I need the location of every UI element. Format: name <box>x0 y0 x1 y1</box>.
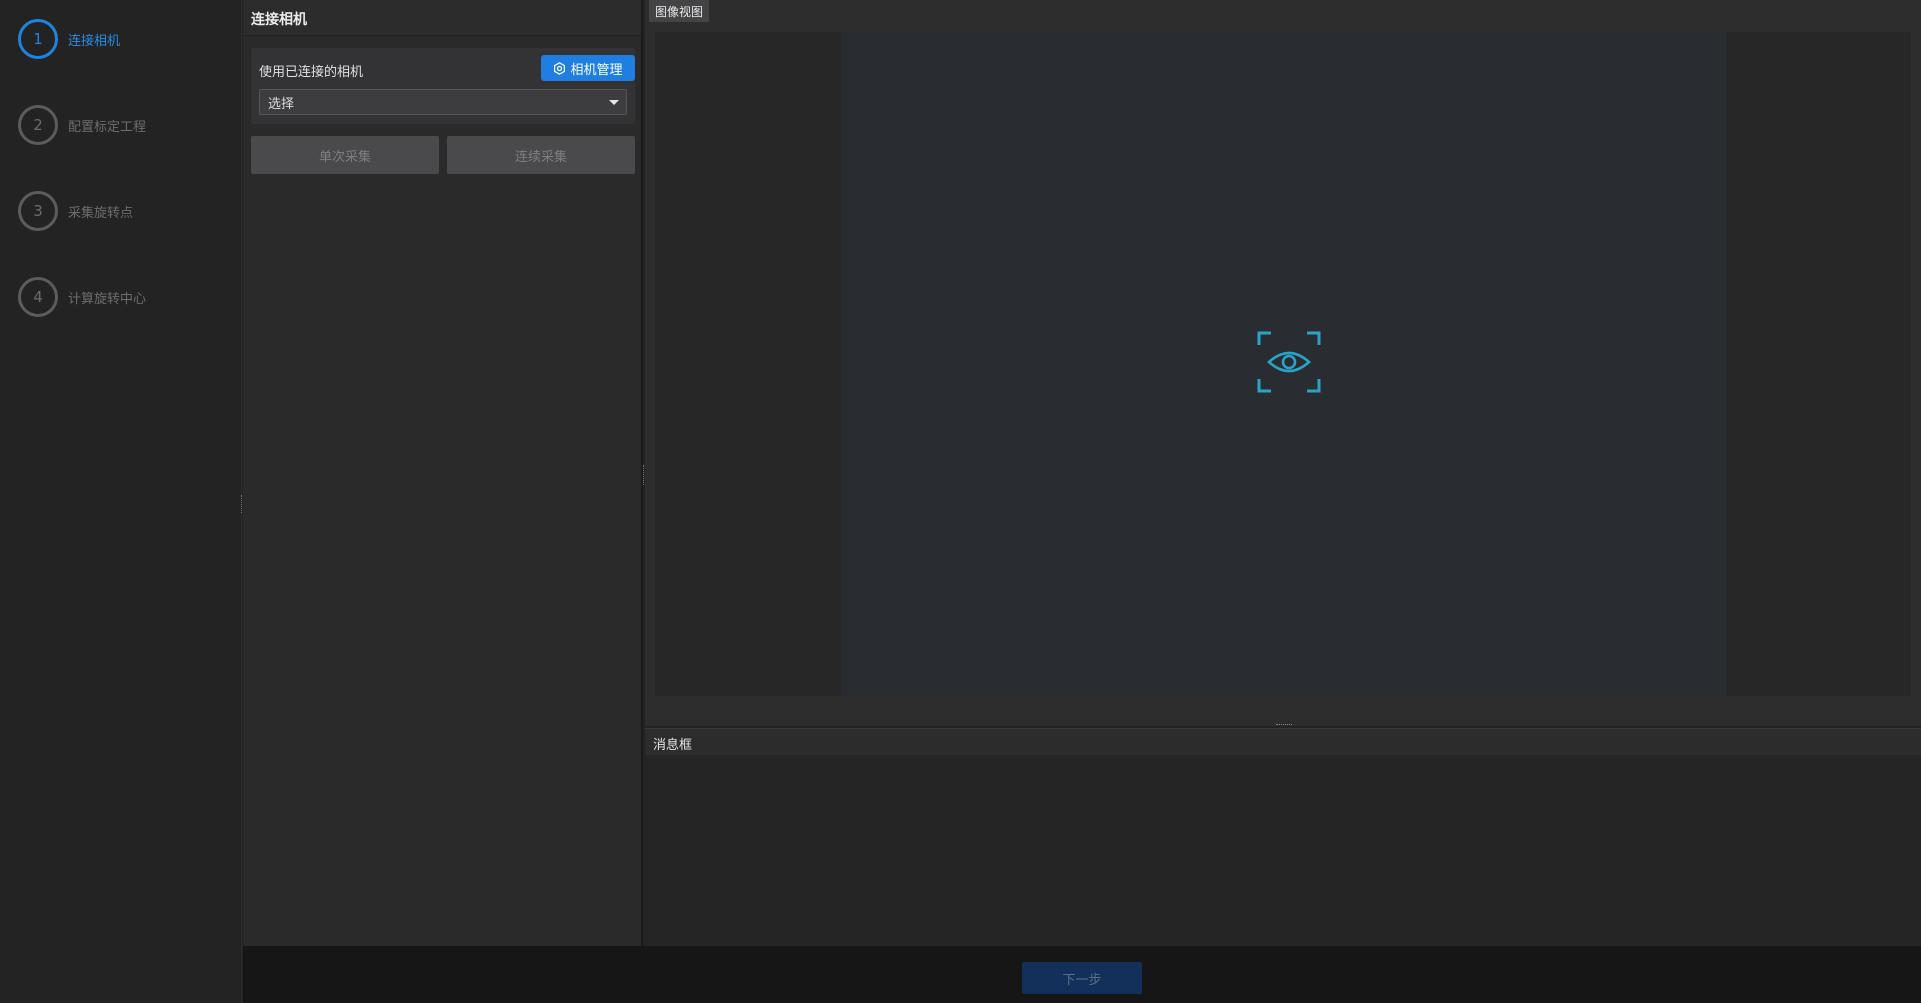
panel-title: 连接相机 <box>243 0 641 36</box>
step-label: 连接相机 <box>68 33 121 49</box>
step-configure-project[interactable]: 2 配置标定工程 <box>18 105 146 145</box>
step-label: 采集旋转点 <box>68 205 134 221</box>
step-compute-rotation-center[interactable]: 4 计算旋转中心 <box>18 277 146 317</box>
message-box: 消息框 <box>645 728 1921 946</box>
image-area <box>841 32 1726 696</box>
camera-select[interactable]: 选择 <box>259 89 627 115</box>
step-number-circle: 2 <box>18 105 58 145</box>
step-collect-rotation-points[interactable]: 3 采集旋转点 <box>18 191 133 231</box>
single-capture-button[interactable]: 单次采集 <box>251 136 439 174</box>
config-panel: 连接相机 使用已连接的相机 相机管理 选择 单次采集 连续采集 <box>243 0 643 946</box>
step-number-circle: 3 <box>18 191 58 231</box>
eye-focus-icon <box>1257 331 1321 393</box>
footer-bar: 下一步 <box>243 946 1921 1003</box>
app-root: 1 连接相机 2 配置标定工程 3 采集旋转点 4 计算旋转中心 连接相机 使用… <box>0 0 1921 1003</box>
camera-label: 使用已连接的相机 <box>259 65 364 80</box>
step-label: 配置标定工程 <box>68 119 147 135</box>
settings-icon <box>554 61 566 75</box>
camera-manage-button[interactable]: 相机管理 <box>541 55 635 81</box>
message-box-title: 消息框 <box>645 729 1921 755</box>
next-step-button[interactable]: 下一步 <box>1022 962 1142 994</box>
camera-manage-label: 相机管理 <box>570 62 623 78</box>
camera-card: 使用已连接的相机 相机管理 选择 <box>251 48 635 124</box>
tab-image-view[interactable]: 图像视图 <box>649 0 710 22</box>
image-canvas[interactable] <box>655 32 1911 696</box>
view-splitter-handle[interactable] <box>1276 724 1292 726</box>
step-sidebar: 1 连接相机 2 配置标定工程 3 采集旋转点 4 计算旋转中心 <box>0 0 242 1003</box>
step-number-circle: 1 <box>18 19 58 59</box>
chevron-down-icon <box>609 100 619 105</box>
image-view-pane: 图像视图 <box>645 0 1921 726</box>
camera-select-value: 选择 <box>268 96 295 112</box>
step-connect-camera[interactable]: 1 连接相机 <box>18 19 120 59</box>
continuous-capture-button[interactable]: 连续采集 <box>447 136 635 174</box>
step-label: 计算旋转中心 <box>68 291 147 307</box>
step-number-circle: 4 <box>18 277 58 317</box>
